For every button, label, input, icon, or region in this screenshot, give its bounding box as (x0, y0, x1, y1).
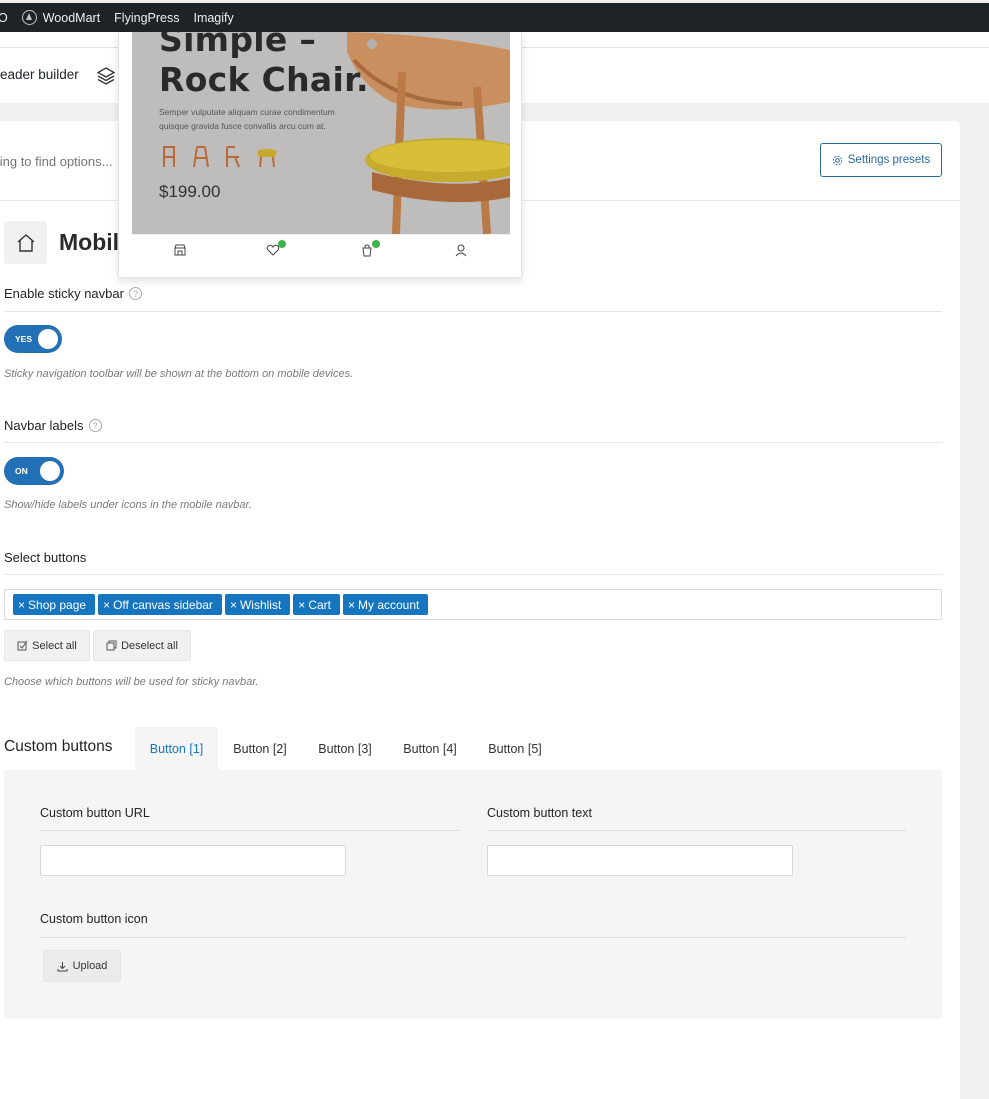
chair-thumbnail (257, 149, 277, 168)
sticky-navbar-toggle[interactable]: YES (4, 325, 62, 353)
help-icon[interactable]: ? (88, 419, 102, 432)
sticky-navbar-label: Enable sticky navbar ? (4, 286, 142, 301)
sticky-navbar-hint: Sticky navigation toolbar will be shown … (4, 368, 354, 380)
tab-button-2[interactable]: Button [2] (220, 727, 300, 770)
copy-square-icon (106, 640, 117, 651)
divider (4, 311, 942, 312)
admin-bar-imagify-label: Imagify (193, 10, 234, 25)
check-square-icon (17, 640, 28, 651)
preview-description: Semper vulputate aliquam curae condiment… (159, 107, 335, 131)
chip-my-account: × My account (342, 594, 429, 615)
chair-thumbnail (226, 146, 240, 168)
preview-image: Simple – Rock Chair. Semper vulputate al… (132, 32, 510, 234)
custom-button-icon-label: Custom button icon (40, 912, 148, 926)
navbar-labels-label-text: Navbar labels (4, 418, 84, 433)
chip-label: Wishlist (239, 597, 282, 612)
deselect-all-button[interactable]: Deselect all (93, 630, 191, 661)
navbar-labels-label: Navbar labels ? (4, 418, 102, 433)
cart-icon (360, 240, 380, 259)
home-icon (4, 221, 47, 264)
user-icon (454, 243, 470, 259)
divider (40, 937, 906, 938)
preview-mobile-navbar (132, 234, 510, 266)
toggle-knob (40, 461, 60, 481)
divider (4, 574, 942, 575)
heart-icon (266, 240, 286, 259)
divider (4, 442, 942, 443)
tab-button-1[interactable]: Button [1] (135, 727, 218, 770)
badge (278, 240, 286, 248)
custom-buttons-title: Custom buttons (4, 738, 113, 755)
admin-bar-woodmart-label: WoodMart (42, 10, 101, 25)
admin-bar-item-woodmart[interactable]: WoodMart (15, 3, 107, 32)
tab-button-3[interactable]: Button [3] (305, 727, 385, 770)
custom-button-url-input[interactable] (40, 845, 346, 876)
toggle-knob (38, 329, 58, 349)
chip-off-canvas-sidebar: × Off canvas sidebar (98, 594, 222, 615)
chip-label: Shop page (28, 597, 87, 612)
gear-icon (832, 155, 842, 165)
header-builder-link[interactable]: eader builder (0, 67, 79, 82)
admin-bar: O WoodMart FlyingPress Imagify (0, 3, 989, 32)
select-all-label: Select all (32, 639, 77, 652)
download-icon (57, 961, 68, 971)
chip-label: Off canvas sidebar (113, 597, 213, 612)
chip-remove-icon[interactable]: × (298, 598, 305, 612)
chair-thumbnail (193, 146, 209, 168)
tab-button-5[interactable]: Button [5] (475, 727, 555, 770)
tab-button-4[interactable]: Button [4] (390, 727, 470, 770)
preview-thumbnails (159, 145, 279, 169)
mobile-preview-popup: Simple – Rock Chair. Semper vulputate al… (118, 32, 522, 278)
sticky-navbar-label-text: Enable sticky navbar (4, 286, 124, 301)
chip-shop-page: × Shop page (13, 594, 96, 615)
chair-thumbnail (163, 146, 175, 167)
upload-button[interactable]: Upload (43, 950, 121, 982)
navbar-labels-toggle-label: ON (15, 466, 28, 476)
chip-remove-icon[interactable]: × (18, 598, 25, 612)
help-icon[interactable]: ? (128, 287, 142, 300)
admin-bar-item-fragment[interactable]: O (0, 3, 15, 32)
chip-remove-icon[interactable]: × (348, 598, 355, 612)
admin-bar-item-flyingpress[interactable]: FlyingPress (107, 3, 186, 32)
select-buttons-label: Select buttons (4, 550, 86, 565)
select-buttons-multiselect[interactable]: × Shop page × Off canvas sidebar × Wishlist… (4, 589, 942, 620)
custom-button-text-label: Custom button text (487, 806, 592, 820)
chip-remove-icon[interactable]: × (230, 598, 237, 612)
chip-wishlist: × Wishlist (224, 594, 291, 615)
settings-presets-button[interactable]: Settings presets (820, 143, 942, 177)
custom-button-text-input[interactable] (487, 845, 793, 876)
admin-bar-flyingpress-label: FlyingPress (114, 10, 180, 25)
custom-button-tab-panel: Custom button URL Custom button text Cus… (4, 770, 942, 1019)
select-buttons-label-text: Select buttons (4, 550, 87, 565)
settings-presets-label: Settings presets (847, 154, 931, 166)
badge (372, 240, 380, 248)
section-header: Mobile (4, 221, 132, 264)
admin-bar-fragment-label: O (0, 10, 8, 25)
deselect-all-label: Deselect all (121, 639, 178, 652)
upload-label: Upload (72, 960, 108, 972)
preview-price: $199.00 (159, 182, 221, 201)
chip-label: My account (358, 597, 420, 612)
shop-icon (173, 243, 189, 259)
search-input[interactable] (0, 149, 126, 173)
navbar-labels-hint: Show/hide labels under icons in the mobi… (4, 499, 252, 511)
sticky-navbar-toggle-label: YES (15, 334, 33, 344)
admin-bar-item-imagify[interactable]: Imagify (186, 3, 240, 32)
woodmart-logo-icon (21, 10, 37, 25)
chip-cart: × Cart (293, 594, 340, 615)
layers-icon[interactable] (96, 66, 116, 86)
preview-title: Simple – Rock Chair. (159, 32, 369, 99)
select-all-button[interactable]: Select all (4, 630, 90, 661)
navbar-labels-toggle[interactable]: ON (4, 457, 64, 485)
chip-remove-icon[interactable]: × (103, 598, 110, 612)
select-buttons-hint: Choose which buttons will be used for st… (4, 676, 259, 688)
chip-label: Cart (308, 597, 331, 612)
divider (487, 830, 906, 831)
custom-button-url-label: Custom button URL (40, 806, 150, 820)
divider (40, 830, 459, 831)
